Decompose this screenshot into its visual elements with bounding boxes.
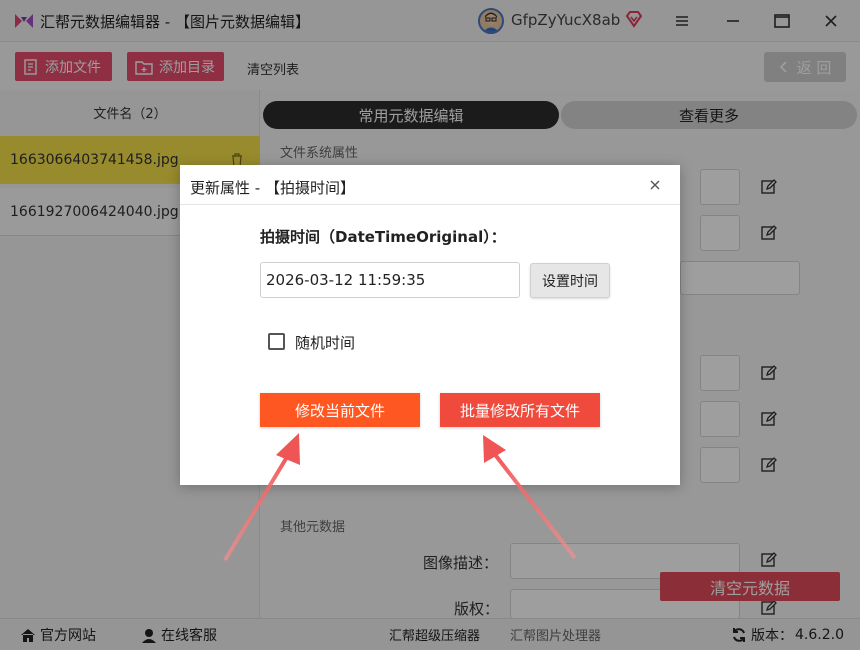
close-icon[interactable] xyxy=(647,177,663,193)
dialog-title: 更新属性 - 【拍摄时间】 xyxy=(190,179,355,197)
modify-current-file-button[interactable]: 修改当前文件 xyxy=(260,393,420,427)
batch-modify-all-files-button[interactable]: 批量修改所有文件 xyxy=(440,393,600,427)
datetime-input[interactable] xyxy=(260,262,520,298)
random-time-checkbox[interactable] xyxy=(268,333,285,350)
set-time-button[interactable]: 设置时间 xyxy=(530,263,610,298)
update-property-dialog xyxy=(180,165,680,485)
dialog-divider xyxy=(180,204,680,205)
datetime-original-label: 拍摄时间（DateTimeOriginal）： xyxy=(260,228,506,246)
random-time-label[interactable]: 随机时间 xyxy=(295,332,355,353)
